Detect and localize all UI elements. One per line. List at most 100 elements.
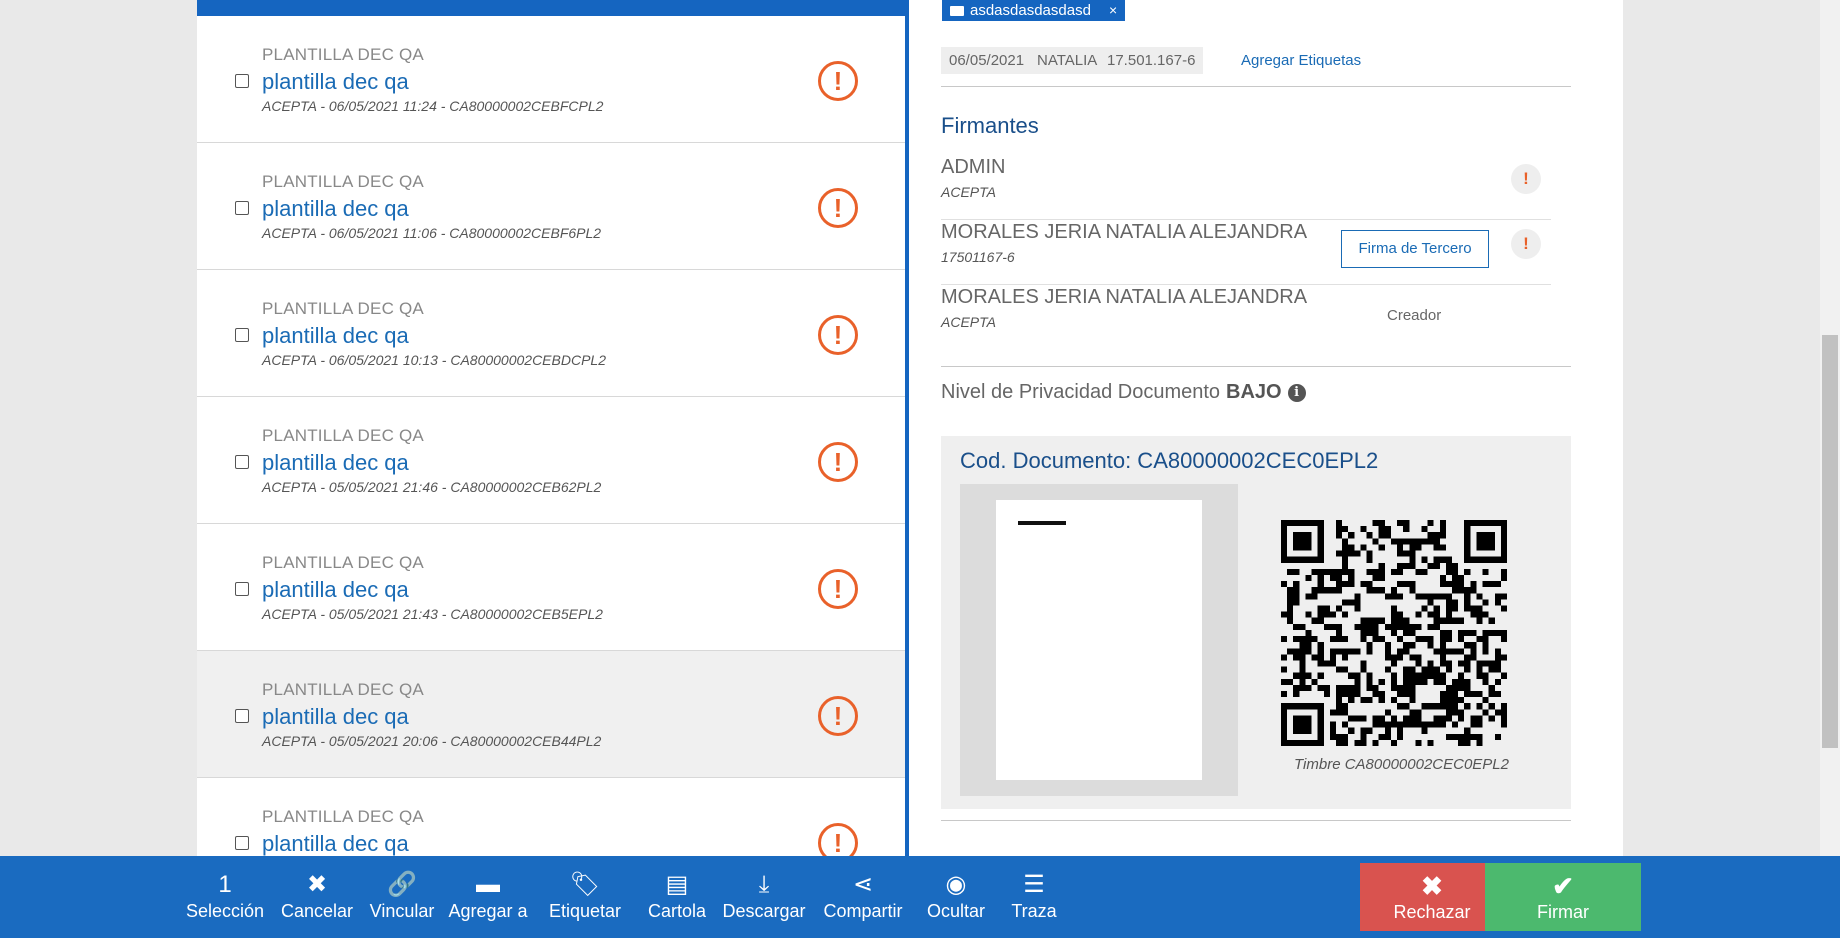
folder-tag[interactable]: asdasdasdasdasd × [942,0,1126,21]
hide-icon: ◉ [945,871,967,898]
list-item[interactable]: PLANTILLA DEC QA plantilla dec qa ACEPTA -… [197,270,905,397]
folder-tag-label: asdasdasdasdasd [970,2,1091,19]
select-checkbox[interactable] [235,455,249,469]
doc-title[interactable]: plantilla dec qa [262,577,409,603]
doc-type: PLANTILLA DEC QA [262,553,424,572]
scrollbar-thumb[interactable] [1822,335,1838,748]
alert-icon[interactable]: ! [818,569,858,609]
signer-row: ADMIN ACEPTA ! [941,156,1551,220]
cancel-icon: ✖ [306,871,328,898]
hide-label: Ocultar [926,901,986,921]
sign-button[interactable]: ✔ Firmar [1485,863,1641,931]
doc-title[interactable]: plantilla dec qa [262,831,409,856]
list-item[interactable]: PLANTILLA DEC QA plantilla dec qa ACEPTA -… [197,143,905,270]
list-item[interactable]: PLANTILLA DEC QA plantilla dec qa ACEPTA -… [197,524,905,651]
hide-button[interactable]: ◉ Ocultar [927,871,985,922]
alert-icon[interactable]: ! [1511,229,1541,259]
qr-code [1281,520,1507,746]
divider [941,366,1571,367]
select-checkbox[interactable] [235,836,249,850]
add-to-icon: ▬ [476,871,500,898]
signer-sub: ACEPTA [941,184,996,200]
list-header-bar [197,0,905,16]
alert-icon[interactable]: ! [1511,164,1541,194]
chip-rut: 17.501.167-6 [1099,47,1204,74]
signer-sub: ACEPTA [941,314,996,330]
list-item[interactable]: PLANTILLA DEC QA plantilla dec qa ACEPTA -… [197,397,905,524]
list-item[interactable]: PLANTILLA DEC QA plantilla dec qa ACEPTA -… [197,16,905,143]
privacy-level: Nivel de Privacidad Documento BAJO i [941,381,1306,404]
share-label: Compartir [823,901,903,921]
doc-title[interactable]: plantilla dec qa [262,704,409,730]
doc-title[interactable]: plantilla dec qa [262,69,409,95]
alert-icon[interactable]: ! [818,442,858,482]
cancel-label: Cancelar [280,901,354,921]
doc-type: PLANTILLA DEC QA [262,172,424,191]
doc-meta: ACEPTA - 05/05/2021 21:46 - CA80000002CE… [262,479,602,495]
doc-meta: ACEPTA - 05/05/2021 20:06 - CA80000002CE… [262,733,602,749]
info-icon[interactable]: i [1287,383,1306,402]
alert-icon[interactable]: ! [818,823,858,856]
doc-title[interactable]: plantilla dec qa [262,196,409,222]
statement-label: Cartola [647,901,707,921]
document-list-panel: PLANTILLA DEC QA plantilla dec qa ACEPTA -… [197,0,905,856]
document-detail-panel: asdasdasdasdasd × 06/05/2021 NATALIA 17.… [909,0,1623,856]
download-button[interactable]: ⤓ Descargar [722,871,805,922]
creator-label: Creador [1387,307,1442,324]
alert-icon[interactable]: ! [818,696,858,736]
share-button[interactable]: ⋖ Compartir [823,871,902,922]
doc-type: PLANTILLA DEC QA [262,426,424,445]
document-code-title: Cod. Documento: CA80000002CEC0EPL2 [960,448,1379,473]
check-icon: ✔ [1552,870,1574,901]
statement-button[interactable]: ▤ Cartola [648,871,706,922]
download-label: Descargar [722,901,806,921]
tag-button[interactable]: 🏷 Etiquetar [549,871,621,922]
divider [941,86,1571,87]
link-button[interactable]: 🔗 Vincular [370,871,435,922]
doc-type: PLANTILLA DEC QA [262,807,424,826]
sign-label: Firmar [1537,901,1589,922]
doc-type: PLANTILLA DEC QA [262,299,424,318]
trace-icon: ☰ [1023,871,1045,898]
alert-icon[interactable]: ! [818,61,858,101]
privacy-value: BAJO [1226,381,1282,403]
signer-name: ADMIN [941,156,1006,178]
document-list: PLANTILLA DEC QA plantilla dec qa ACEPTA -… [197,16,905,856]
signer-row: MORALES JERIA NATALIA ALEJANDRA ACEPTA C… [941,286,1551,350]
selection-count-button[interactable]: 1 Selección [186,871,264,922]
add-to-button[interactable]: ▬ Agregar a [448,871,527,922]
doc-meta: ACEPTA - 06/05/2021 11:06 - CA80000002CE… [262,225,602,241]
reject-button[interactable]: ✖ Rechazar [1360,863,1504,931]
doc-type: PLANTILLA DEC QA [262,45,424,64]
close-icon[interactable]: × [1109,0,1117,21]
select-checkbox[interactable] [235,328,249,342]
folder-icon [950,5,964,16]
trace-button[interactable]: ☰ Traza [1011,871,1056,922]
list-item[interactable]: PLANTILLA DEC QA plantilla dec qa ACEPTA -… [197,651,905,778]
select-checkbox[interactable] [235,582,249,596]
divider [941,820,1571,821]
doc-meta: ACEPTA - 06/05/2021 10:13 - CA80000002CE… [262,352,606,368]
alert-icon[interactable]: ! [818,315,858,355]
alert-icon[interactable]: ! [818,188,858,228]
third-party-sign-button[interactable]: Firma de Tercero [1341,230,1489,268]
select-checkbox[interactable] [235,709,249,723]
close-icon: ✖ [1421,870,1443,901]
document-page-text [1018,521,1066,525]
add-to-label: Agregar a [448,901,528,921]
signer-row: MORALES JERIA NATALIA ALEJANDRA 17501167… [941,221,1551,285]
link-label: Vincular [369,901,435,921]
signer-sub: 17501167-6 [941,249,1015,265]
signers-title: Firmantes [941,113,1039,138]
doc-title[interactable]: plantilla dec qa [262,323,409,349]
add-tags-link[interactable]: Agregar Etiquetas [1241,52,1361,69]
select-checkbox[interactable] [235,201,249,215]
selection-count-label: Selección [185,901,265,921]
cancel-button[interactable]: ✖ Cancelar [281,871,353,922]
reject-label: Rechazar [1393,901,1471,922]
list-item[interactable]: PLANTILLA DEC QA plantilla dec qa! [197,778,905,856]
doc-title[interactable]: plantilla dec qa [262,450,409,476]
chip-user: NATALIA [1029,47,1106,74]
document-preview[interactable] [960,484,1238,796]
select-checkbox[interactable] [235,74,249,88]
